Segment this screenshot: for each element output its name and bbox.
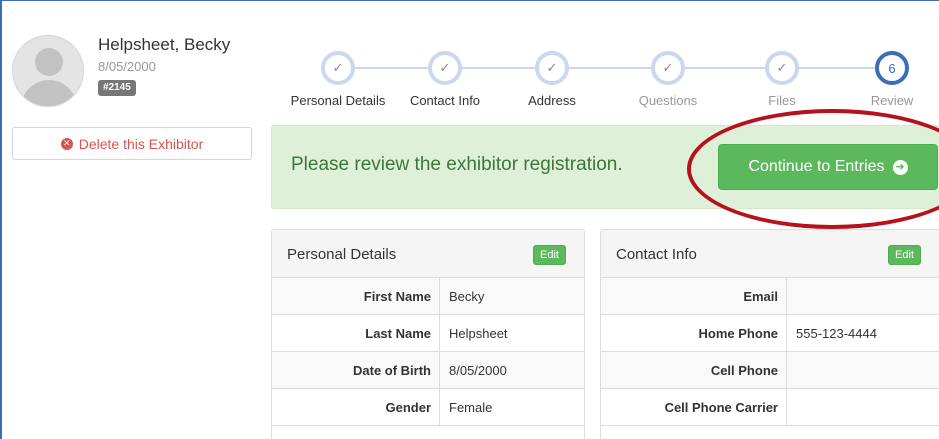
personal-details-panel: Personal Details Edit First Name Becky L… xyxy=(271,229,585,439)
step-files[interactable]: ✓ Files xyxy=(722,41,842,111)
field-value: Female xyxy=(449,399,493,415)
review-alert: Please review the exhibitor registration… xyxy=(271,125,939,209)
contact-info-panel: Contact Info Edit Email Home Phone 555-1… xyxy=(600,229,939,439)
check-icon: ✓ xyxy=(765,51,799,85)
step-label: Address xyxy=(528,93,576,108)
contact-info-table: Email Home Phone 555-123-4444 Cell Phone… xyxy=(601,278,939,426)
exhibitor-dob: 8/05/2000 xyxy=(98,59,156,74)
edit-contact-info-button[interactable]: Edit xyxy=(888,245,921,265)
delete-exhibitor-label: Delete this Exhibitor xyxy=(78,135,204,152)
continue-label: Continue to Entries xyxy=(748,158,885,175)
step-contact-info[interactable]: ✓ Contact Info xyxy=(385,41,505,111)
edit-personal-details-button[interactable]: Edit xyxy=(533,245,566,265)
field-value: Helpsheet xyxy=(449,325,508,341)
exhibitor-name: Helpsheet, Becky xyxy=(98,35,231,54)
table-row: Cell Phone xyxy=(601,352,939,389)
field-label: First Name xyxy=(272,278,440,314)
exhibitor-profile: Helpsheet, Becky 8/05/2000 #2145 xyxy=(12,35,252,115)
step-label: Files xyxy=(768,93,796,108)
step-review[interactable]: 6 Review xyxy=(832,41,939,111)
step-address[interactable]: ✓ Address xyxy=(492,41,612,111)
field-label: Gender xyxy=(272,389,440,425)
check-icon: ✓ xyxy=(428,51,462,85)
table-row: Date of Birth 8/05/2000 xyxy=(272,352,584,389)
field-value: 555-123-4444 xyxy=(796,325,877,341)
panel-header: Personal Details Edit xyxy=(272,230,584,278)
check-icon: ✓ xyxy=(321,51,355,85)
table-row: First Name Becky xyxy=(272,278,584,315)
delete-exhibitor-button[interactable]: ✕ Delete this Exhibitor xyxy=(12,127,252,160)
table-row: Email xyxy=(601,278,939,315)
step-number-badge: 6 xyxy=(875,51,909,85)
personal-details-table: First Name Becky Last Name Helpsheet Dat… xyxy=(272,278,584,426)
panel-header: Contact Info Edit xyxy=(601,230,939,278)
avatar xyxy=(12,35,84,107)
check-icon: ✓ xyxy=(535,51,569,85)
table-row: Cell Phone Carrier xyxy=(601,389,939,426)
panel-title: Contact Info xyxy=(616,246,697,263)
field-value: 8/05/2000 xyxy=(449,362,507,378)
field-label: Home Phone xyxy=(601,315,787,351)
field-label: Last Name xyxy=(272,315,440,351)
table-row: Home Phone 555-123-4444 xyxy=(601,315,939,352)
field-value xyxy=(787,278,796,314)
review-message: Please review the exhibitor registration… xyxy=(291,154,623,175)
step-label: Questions xyxy=(638,93,698,108)
field-label: Email xyxy=(601,278,787,314)
arrow-right-circle-icon: ➜ xyxy=(892,159,908,175)
check-icon: ✓ xyxy=(651,51,685,85)
panel-title: Personal Details xyxy=(287,246,397,263)
avatar-head xyxy=(35,48,63,76)
field-value xyxy=(787,389,796,425)
field-value: Becky xyxy=(449,288,485,304)
table-row: Last Name Helpsheet xyxy=(272,315,584,352)
step-personal-details[interactable]: ✓ Personal Details xyxy=(278,41,398,111)
exhibitor-id-badge: #2145 xyxy=(98,80,136,96)
field-label: Cell Phone xyxy=(601,352,787,388)
field-value xyxy=(787,352,796,388)
remove-circle-icon: ✕ xyxy=(60,137,73,150)
step-label: Review xyxy=(870,93,914,108)
progress-stepper: ✓ Personal Details ✓ Contact Info ✓ Addr… xyxy=(272,41,939,111)
app-frame: Helpsheet, Becky 8/05/2000 #2145 ✕ Delet… xyxy=(0,0,939,439)
field-label: Cell Phone Carrier xyxy=(601,389,787,425)
continue-to-entries-button[interactable]: Continue to Entries ➜ xyxy=(718,144,938,190)
step-questions[interactable]: ✓ Questions xyxy=(608,41,728,111)
avatar-body xyxy=(21,80,77,106)
step-label: Personal Details xyxy=(290,93,386,108)
step-label: Contact Info xyxy=(409,93,481,108)
field-label: Date of Birth xyxy=(272,352,440,388)
table-row: Gender Female xyxy=(272,389,584,426)
